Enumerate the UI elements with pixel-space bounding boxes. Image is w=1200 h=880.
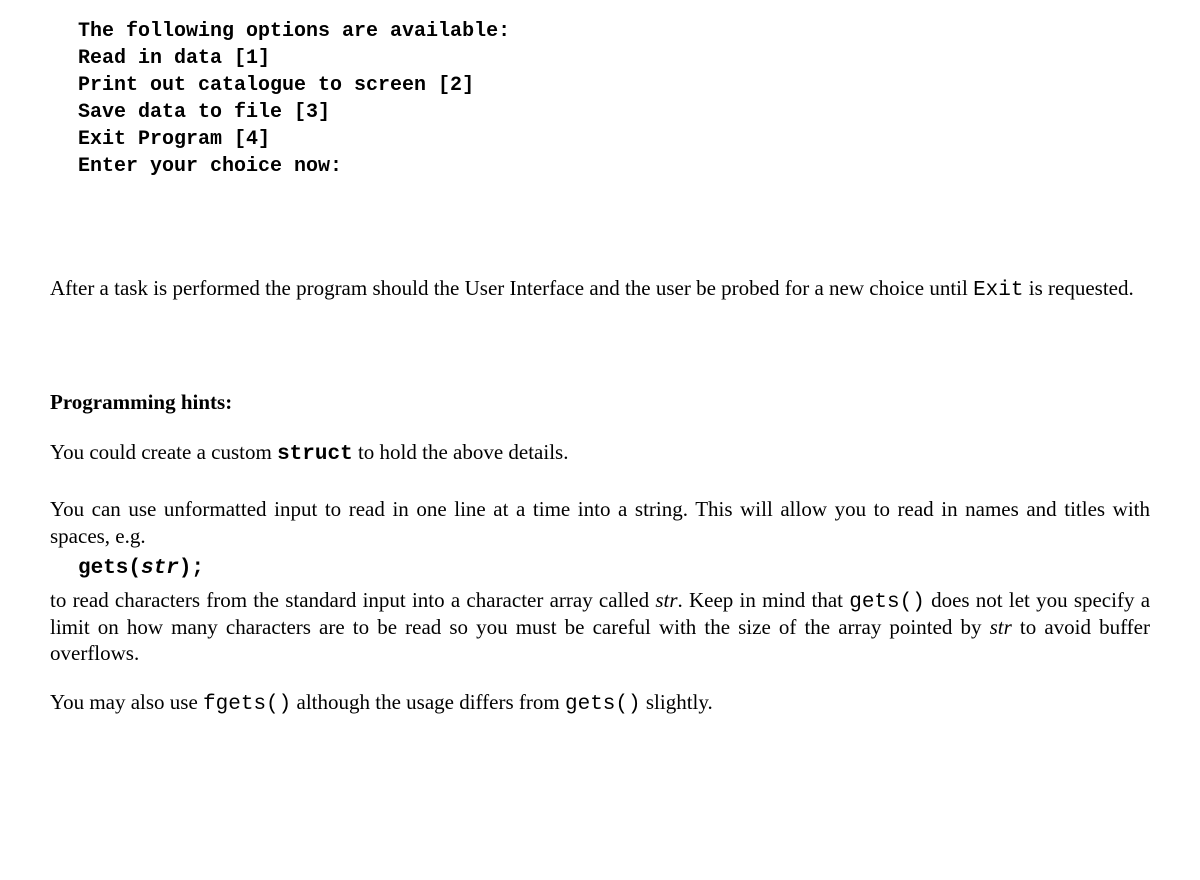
hint-fgets: You may also use fgets() although the us… [50, 689, 1150, 718]
hint-unformatted-input: You can use unformatted input to read in… [50, 496, 1150, 551]
text: to hold the above details. [353, 440, 569, 464]
code-gets-arg: str [141, 557, 179, 580]
italic-str2: str [990, 615, 1012, 639]
text: gets( [78, 557, 141, 580]
inline-code-fgets: fgets() [203, 693, 291, 716]
text: You could create a custom [50, 440, 277, 464]
text: to read characters from the standard inp… [50, 588, 655, 612]
text: slightly. [641, 690, 713, 714]
text: is requested. [1024, 276, 1134, 300]
italic-str: str [655, 588, 677, 612]
text: although the usage differs from [291, 690, 565, 714]
text: . Keep in mind that [678, 588, 850, 612]
text: After a task is performed the program sh… [50, 276, 973, 300]
hints-heading: Programming hints: [50, 389, 1150, 416]
text: You may also use [50, 690, 203, 714]
inline-code-exit: Exit [973, 279, 1023, 302]
menu-option-1: Read in data [1] [78, 45, 1150, 72]
hint-gets-warning: to read characters from the standard inp… [50, 588, 1150, 667]
text: ); [179, 557, 204, 580]
menu-option-2: Print out catalogue to screen [2] [78, 72, 1150, 99]
inline-code-struct: struct [277, 443, 353, 466]
inline-code-gets2: gets() [565, 693, 641, 716]
hint-struct: You could create a custom struct to hold… [50, 439, 1150, 468]
menu-option-4: Exit Program [4] [78, 126, 1150, 153]
inline-code-gets: gets() [849, 591, 925, 614]
menu-block: The following options are available: Rea… [78, 18, 1150, 180]
menu-option-3: Save data to file [3] [78, 99, 1150, 126]
paragraph-after-task: After a task is performed the program sh… [50, 275, 1150, 304]
menu-prompt: Enter your choice now: [78, 153, 1150, 180]
code-gets: gets(str); [78, 555, 1150, 582]
menu-title: The following options are available: [78, 18, 1150, 45]
